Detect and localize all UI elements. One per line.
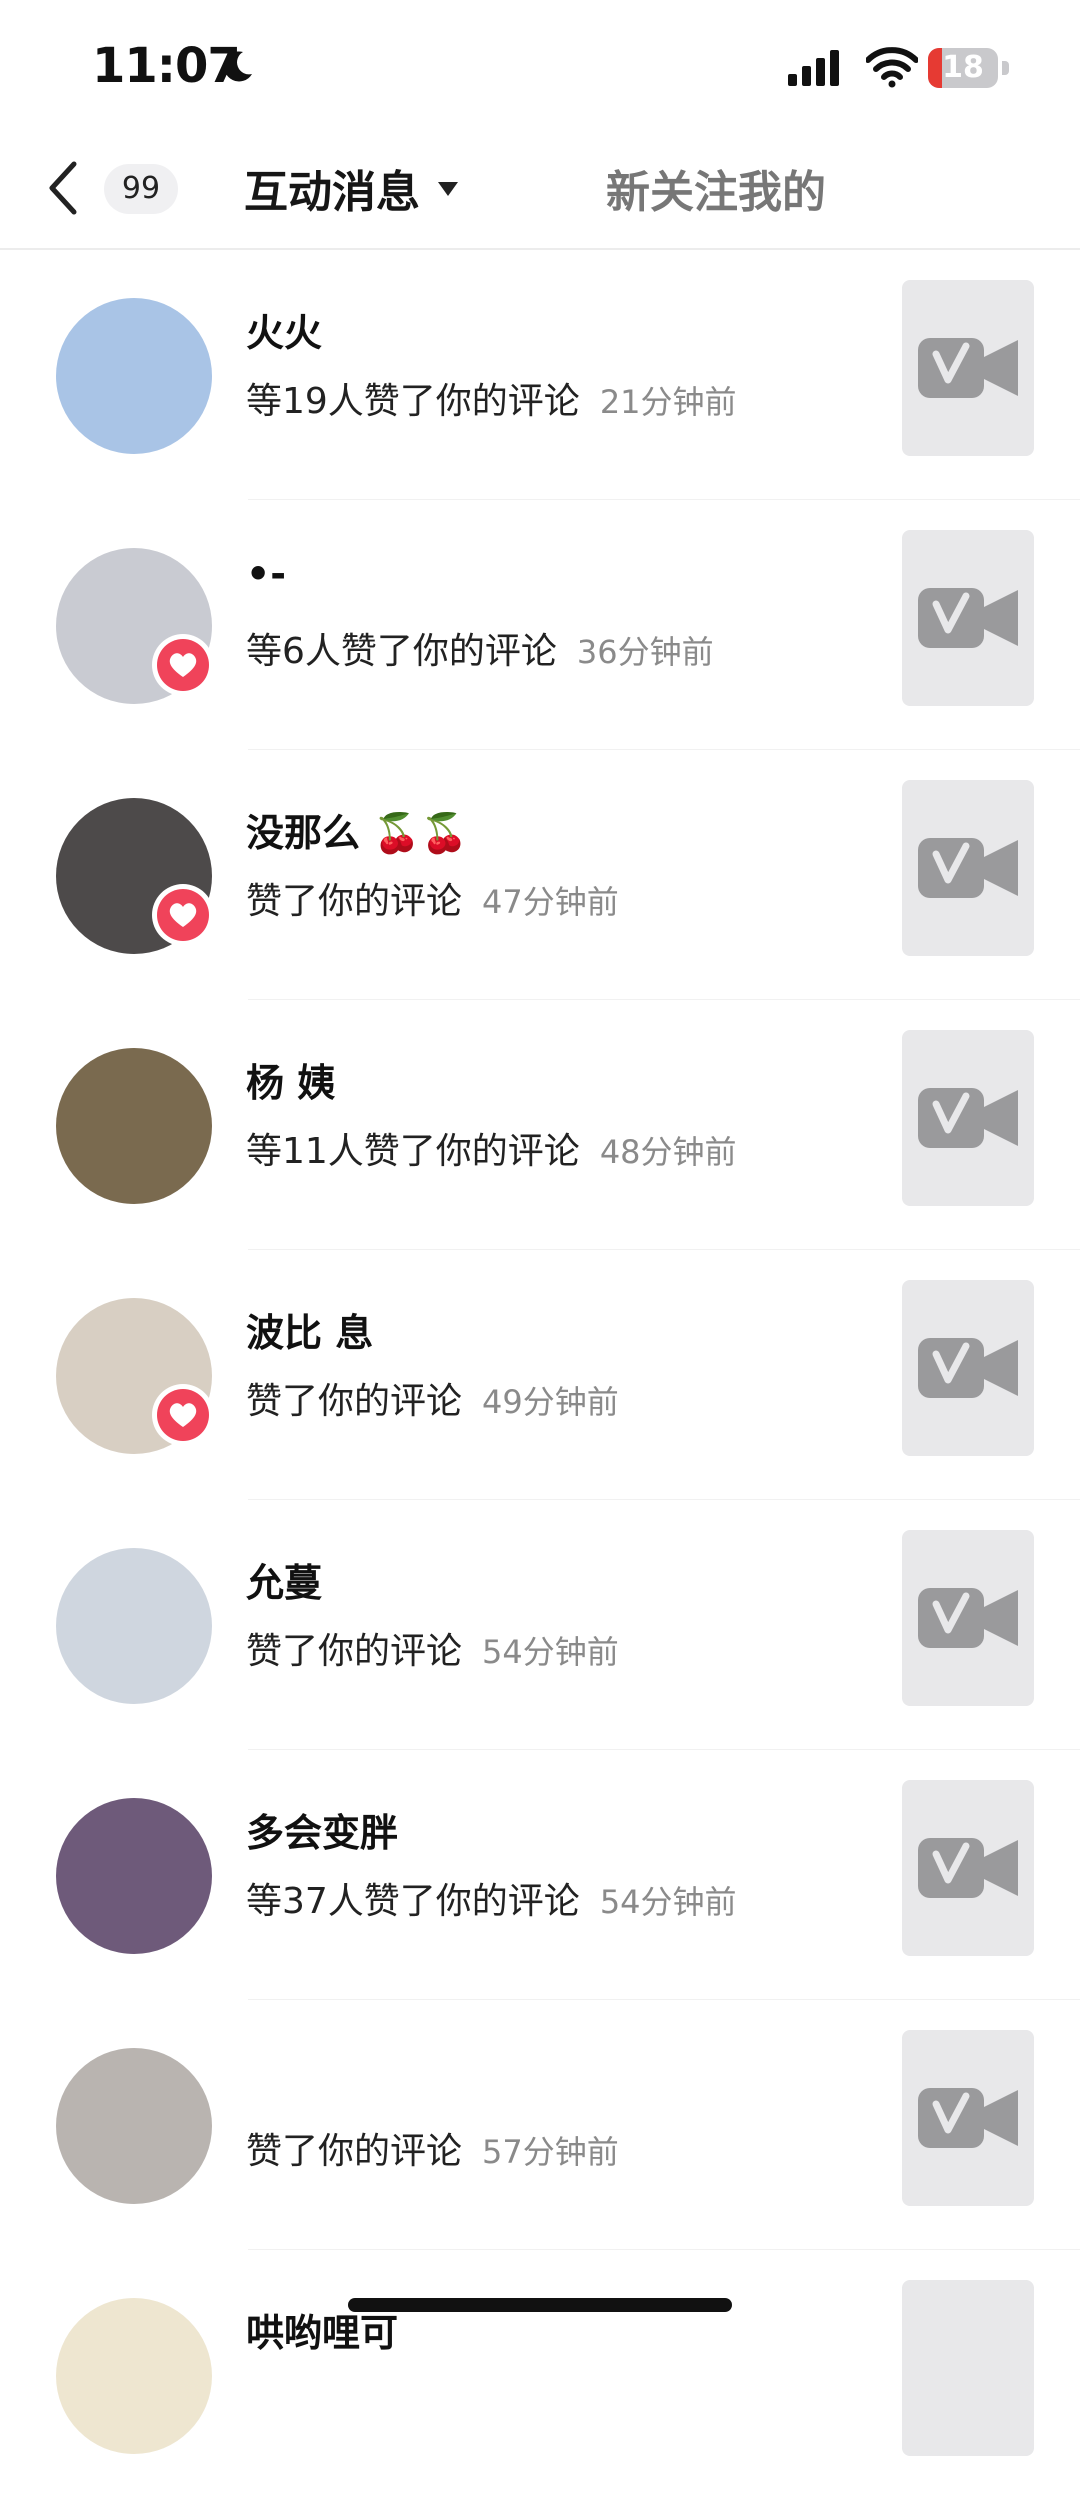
avatar[interactable] bbox=[56, 1548, 212, 1704]
video-thumbnail[interactable] bbox=[902, 2030, 1034, 2206]
avatar[interactable] bbox=[56, 298, 212, 454]
user-name: 波比 息 bbox=[246, 1311, 374, 1355]
status-bar: 11:07 18 bbox=[0, 0, 1080, 130]
moon-icon bbox=[224, 51, 252, 82]
video-thumbnail[interactable] bbox=[902, 1780, 1034, 1956]
video-camera-icon bbox=[918, 1338, 1018, 1398]
notification-row[interactable]: 波比 息 赞了你的评论 49分钟前 bbox=[0, 1250, 1080, 1500]
like-badge bbox=[152, 884, 214, 946]
home-indicator[interactable] bbox=[348, 2298, 732, 2312]
notification-message: 赞了你的评论 47分钟前 bbox=[246, 872, 619, 924]
dropdown-caret-icon[interactable] bbox=[436, 180, 460, 198]
cellular-signal-icon bbox=[788, 50, 839, 86]
heart-icon bbox=[169, 653, 197, 677]
notification-row[interactable]: 杨 姨 等11人赞了你的评论 48分钟前 bbox=[0, 1000, 1080, 1250]
like-badge bbox=[152, 1384, 214, 1446]
user-name: 没那么 🍒🍒 bbox=[246, 811, 468, 855]
video-camera-icon bbox=[918, 2088, 1018, 2148]
video-thumbnail[interactable] bbox=[902, 1280, 1034, 1456]
message-text: 等11人赞了你的评论 bbox=[246, 1131, 580, 1172]
notification-row[interactable]: 火火 等19人赞了你的评论 21分钟前 bbox=[0, 250, 1080, 500]
back-arrow-icon[interactable] bbox=[44, 158, 84, 218]
video-thumbnail[interactable] bbox=[902, 780, 1034, 956]
video-camera-icon bbox=[918, 1838, 1018, 1898]
notification-message: 等6人赞了你的评论 36分钟前 bbox=[246, 622, 714, 674]
time-ago: 47分钟前 bbox=[482, 883, 619, 921]
notification-message: 等37人赞了你的评论 54分钟前 bbox=[246, 1872, 737, 1924]
time-ago: 57分钟前 bbox=[482, 2133, 619, 2171]
video-camera-icon bbox=[918, 588, 1018, 648]
notification-message: 赞了你的评论 54分钟前 bbox=[246, 1622, 619, 1674]
unread-count-badge: 99 bbox=[104, 164, 178, 214]
message-text: 等6人赞了你的评论 bbox=[246, 631, 557, 672]
time-ago: 54分钟前 bbox=[599, 1883, 737, 1921]
avatar[interactable] bbox=[56, 2048, 212, 2204]
notification-row[interactable]: 多会变胖 等37人赞了你的评论 54分钟前 bbox=[0, 1750, 1080, 2000]
user-name: 杨 姨 bbox=[246, 1061, 336, 1105]
notification-message: 赞了你的评论 57分钟前 bbox=[246, 2122, 619, 2174]
video-thumbnail[interactable] bbox=[902, 280, 1034, 456]
status-time: 11:07 bbox=[92, 38, 241, 94]
user-name: 火火 bbox=[246, 311, 323, 355]
video-camera-icon bbox=[918, 838, 1018, 898]
avatar[interactable] bbox=[56, 2298, 212, 2454]
tab-interactions[interactable]: 互动消息 bbox=[244, 156, 420, 220]
wifi-icon bbox=[866, 47, 918, 88]
user-name: •- bbox=[246, 552, 287, 596]
notification-row[interactable]: 没那么 🍒🍒 赞了你的评论 47分钟前 bbox=[0, 750, 1080, 1000]
video-thumbnail[interactable] bbox=[902, 1530, 1034, 1706]
time-ago: 49分钟前 bbox=[482, 1383, 619, 1421]
time-ago: 54分钟前 bbox=[482, 1633, 619, 1671]
notification-message: 等11人赞了你的评论 48分钟前 bbox=[246, 1122, 737, 1174]
top-nav: 99 互动消息 新关注我的 bbox=[0, 130, 1080, 250]
notification-message: 等19人赞了你的评论 21分钟前 bbox=[246, 372, 737, 424]
message-text: 赞了你的评论 bbox=[246, 881, 463, 922]
video-camera-icon bbox=[918, 1588, 1018, 1648]
message-text: 等37人赞了你的评论 bbox=[246, 1881, 580, 1922]
message-text: 赞了你的评论 bbox=[246, 2131, 463, 2172]
video-camera-icon bbox=[918, 1088, 1018, 1148]
notification-row[interactable]: 哄哟哩可 bbox=[0, 2250, 1080, 2500]
time-ago: 36分钟前 bbox=[576, 633, 714, 671]
like-badge bbox=[152, 634, 214, 696]
avatar[interactable] bbox=[56, 1798, 212, 1954]
battery-icon: 18 bbox=[928, 48, 1012, 88]
battery-level-text: 18 bbox=[942, 50, 984, 85]
message-text: 等19人赞了你的评论 bbox=[246, 381, 580, 422]
video-thumbnail[interactable] bbox=[902, 2280, 1034, 2456]
notification-row[interactable]: 允蔓 赞了你的评论 54分钟前 bbox=[0, 1500, 1080, 1750]
message-text: 赞了你的评论 bbox=[246, 1381, 463, 1422]
time-ago: 48分钟前 bbox=[599, 1133, 737, 1171]
tab-new-followers[interactable]: 新关注我的 bbox=[606, 156, 826, 220]
notification-message: 赞了你的评论 49分钟前 bbox=[246, 1372, 619, 1424]
user-name: 允蔓 bbox=[246, 1561, 323, 1605]
notification-row[interactable]: 赞了你的评论 57分钟前 bbox=[0, 2000, 1080, 2250]
user-name: 多会变胖 bbox=[246, 1811, 399, 1855]
video-thumbnail[interactable] bbox=[902, 530, 1034, 706]
message-text: 赞了你的评论 bbox=[246, 1631, 463, 1672]
video-thumbnail[interactable] bbox=[902, 1030, 1034, 1206]
heart-icon bbox=[169, 1403, 197, 1427]
notification-row[interactable]: •- 等6人赞了你的评论 36分钟前 bbox=[0, 500, 1080, 750]
time-ago: 21分钟前 bbox=[599, 383, 737, 421]
avatar[interactable] bbox=[56, 1048, 212, 1204]
heart-icon bbox=[169, 903, 197, 927]
video-camera-icon bbox=[918, 338, 1018, 398]
